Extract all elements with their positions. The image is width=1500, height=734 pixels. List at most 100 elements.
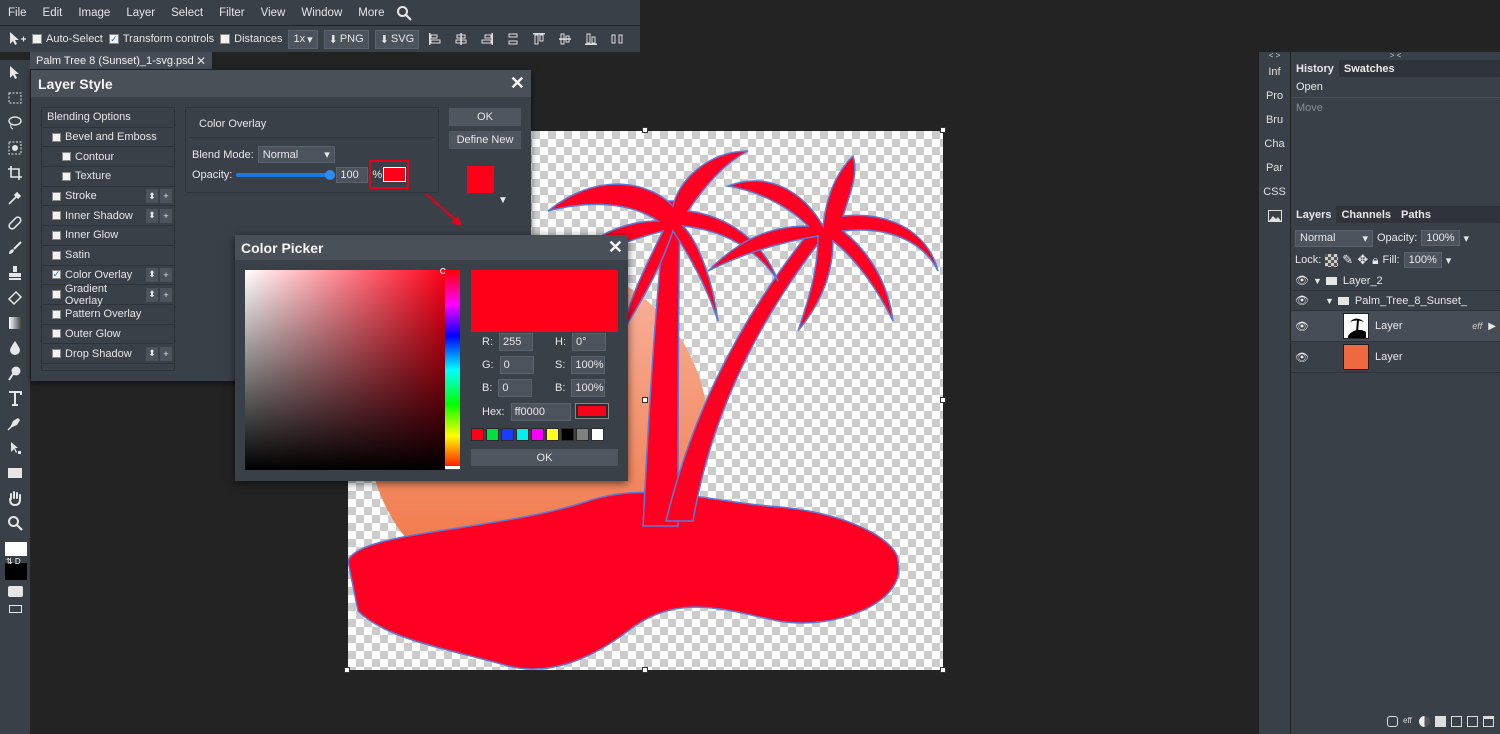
screen-mode-icon[interactable] — [9, 605, 22, 613]
hue-slider-handle[interactable] — [445, 466, 460, 469]
foreground-color-swatch[interactable] — [5, 542, 27, 556]
layer-row[interactable]: 👁︎ Layer eff ▶ — [1291, 311, 1500, 342]
tab-paths[interactable]: Paths — [1396, 206, 1436, 223]
style-checkbox[interactable] — [52, 329, 61, 339]
layer-opacity-input[interactable]: 100% — [1421, 230, 1460, 246]
color-swatch[interactable] — [501, 428, 514, 441]
lock-paint-icon[interactable]: ✎ — [1342, 252, 1353, 268]
reorder-icon[interactable]: ⬍ — [146, 287, 158, 302]
folder-icon[interactable] — [1451, 715, 1462, 727]
move-tool[interactable] — [0, 60, 30, 85]
swap-colors-icon[interactable]: ⇅ D — [6, 557, 21, 566]
reorder-icon[interactable]: ⬍ — [146, 189, 158, 204]
history-item[interactable]: Open — [1291, 77, 1500, 97]
transform-handle[interactable] — [642, 127, 648, 133]
mask-icon[interactable] — [1435, 715, 1446, 727]
color-swatch[interactable] — [546, 428, 559, 441]
menu-filter[interactable]: Filter — [211, 7, 253, 19]
saturation-input[interactable]: 100% — [571, 356, 606, 374]
transform-handle[interactable] — [940, 667, 946, 673]
close-icon[interactable]: ✕ — [608, 237, 623, 258]
color-swatch[interactable] — [486, 428, 499, 441]
distances-box[interactable] — [220, 34, 231, 44]
pen-tool[interactable] — [0, 410, 30, 435]
green-input[interactable]: 0 — [499, 356, 534, 374]
align-bottom-icon[interactable] — [584, 32, 598, 46]
caret-right-icon[interactable]: ▶ — [1488, 321, 1496, 332]
hand-tool[interactable] — [0, 485, 30, 510]
character-panel-button[interactable]: Cha — [1259, 132, 1290, 156]
align-right-icon[interactable] — [480, 32, 494, 46]
history-item[interactable]: Move — [1291, 97, 1500, 117]
eye-icon[interactable]: 👁︎ — [1291, 351, 1313, 364]
style-list-item[interactable]: Gradient Overlay ⬍ + — [42, 283, 174, 307]
lock-position-icon[interactable]: ✥ — [1357, 252, 1368, 268]
dodge-tool[interactable] — [0, 360, 30, 385]
collapse-panel-toggle[interactable]: > < — [1291, 52, 1500, 60]
align-center-h-icon[interactable] — [454, 32, 468, 46]
hue-slider[interactable] — [445, 270, 460, 470]
reorder-icon[interactable]: ⬍ — [146, 208, 158, 223]
caret-down-icon[interactable]: ▼ — [1313, 276, 1322, 286]
style-checkbox[interactable] — [62, 152, 71, 162]
zoom-tool[interactable] — [0, 510, 30, 535]
link-icon[interactable] — [1387, 715, 1398, 727]
caret-down-icon[interactable]: ▼ — [1325, 296, 1334, 306]
color-swatch[interactable] — [471, 428, 484, 441]
eye-icon[interactable]: 👁︎ — [1291, 320, 1313, 333]
style-list-item[interactable]: Drop Shadow ⬍ + — [42, 344, 174, 364]
blue-input[interactable]: 0 — [498, 379, 533, 397]
eraser-tool[interactable] — [0, 285, 30, 310]
style-list-item[interactable]: Bevel and Emboss — [42, 128, 174, 148]
menu-edit[interactable]: Edit — [35, 7, 71, 19]
color-swatch[interactable] — [591, 428, 604, 441]
tab-history[interactable]: History — [1291, 60, 1339, 77]
menu-image[interactable]: Image — [70, 7, 118, 19]
eyedropper-tool[interactable] — [0, 185, 30, 210]
style-checkbox[interactable] — [52, 349, 61, 359]
style-list-item[interactable]: Inner Shadow ⬍ + — [42, 206, 174, 227]
distribute-h-icon[interactable] — [506, 32, 520, 46]
image-panel-button[interactable] — [1259, 204, 1290, 228]
distances-checkbox[interactable]: Distances — [220, 33, 282, 45]
quick-select-tool[interactable] — [0, 135, 30, 160]
fill-input[interactable]: 100% — [1403, 252, 1442, 268]
transform-handle[interactable] — [642, 667, 648, 673]
transform-handle[interactable] — [940, 127, 946, 133]
shape-tool[interactable] — [0, 460, 30, 485]
menu-window[interactable]: Window — [293, 7, 350, 19]
menu-file[interactable]: File — [0, 7, 35, 19]
new-layer-icon[interactable] — [1467, 715, 1478, 727]
distribute-v-icon[interactable] — [610, 32, 624, 46]
expand-panel-toggle[interactable]: < > — [1259, 52, 1290, 60]
color-swatch[interactable] — [531, 428, 544, 441]
style-checkbox[interactable] — [52, 211, 61, 221]
search-icon[interactable] — [396, 5, 413, 21]
caret-down-icon[interactable]: ▼ — [498, 195, 508, 206]
color-swatch[interactable] — [576, 428, 589, 441]
info-panel-button[interactable]: Inf — [1259, 60, 1290, 84]
layer-row[interactable]: 👁︎ Layer — [1291, 342, 1500, 373]
auto-select-box[interactable] — [32, 34, 42, 44]
add-icon[interactable]: + — [160, 189, 172, 204]
style-checkbox[interactable]: ✓ — [52, 270, 61, 280]
add-icon[interactable]: + — [160, 208, 172, 223]
style-checkbox[interactable] — [52, 290, 61, 300]
trash-icon[interactable] — [1483, 715, 1494, 727]
lock-all-icon[interactable]: 🔒︎ — [1372, 253, 1378, 268]
crop-tool[interactable] — [0, 160, 30, 185]
brush-panel-button[interactable]: Bru — [1259, 108, 1290, 132]
properties-panel-button[interactable]: Pro — [1259, 84, 1290, 108]
style-list-item[interactable]: Contour — [42, 147, 174, 168]
hex-input[interactable]: ff0000 — [510, 403, 571, 421]
slider-handle[interactable] — [325, 170, 336, 180]
style-list-item[interactable]: Texture — [42, 167, 174, 187]
style-checkbox[interactable] — [52, 250, 61, 260]
color-swatch[interactable] — [561, 428, 574, 441]
marquee-tool[interactable] — [0, 85, 30, 110]
style-list-item[interactable]: Pattern Overlay — [42, 305, 174, 325]
ok-button[interactable]: OK — [449, 108, 521, 126]
saturation-brightness-field[interactable] — [245, 270, 445, 470]
transform-handle[interactable] — [642, 397, 648, 403]
opacity-input[interactable]: 100 — [336, 167, 369, 183]
